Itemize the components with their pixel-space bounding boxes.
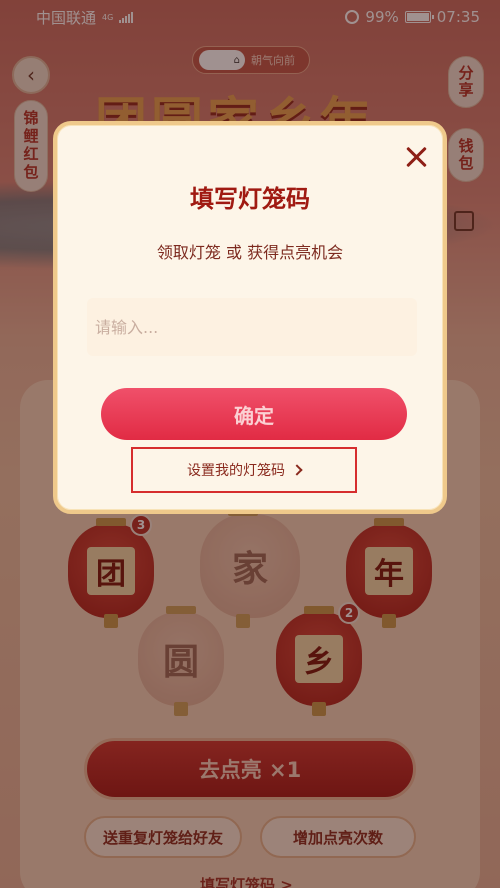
dialog-subtitle: 领取灯笼 或 获得点亮机会 [156, 243, 344, 262]
set-my-lantern-code-link[interactable]: 设置我的灯笼码 [131, 447, 357, 493]
chevron-right-icon [291, 464, 303, 476]
lantern-code-input[interactable] [87, 298, 417, 356]
close-icon[interactable] [404, 144, 430, 170]
set-code-label: 设置我的灯笼码 [187, 463, 285, 479]
confirm-button[interactable]: 确定 [101, 388, 407, 440]
dialog-title: 填写灯笼码 [190, 185, 310, 213]
lantern-code-dialog: 填写灯笼码 领取灯笼 或 获得点亮机会 确定 设置我的灯笼码 [53, 121, 447, 514]
